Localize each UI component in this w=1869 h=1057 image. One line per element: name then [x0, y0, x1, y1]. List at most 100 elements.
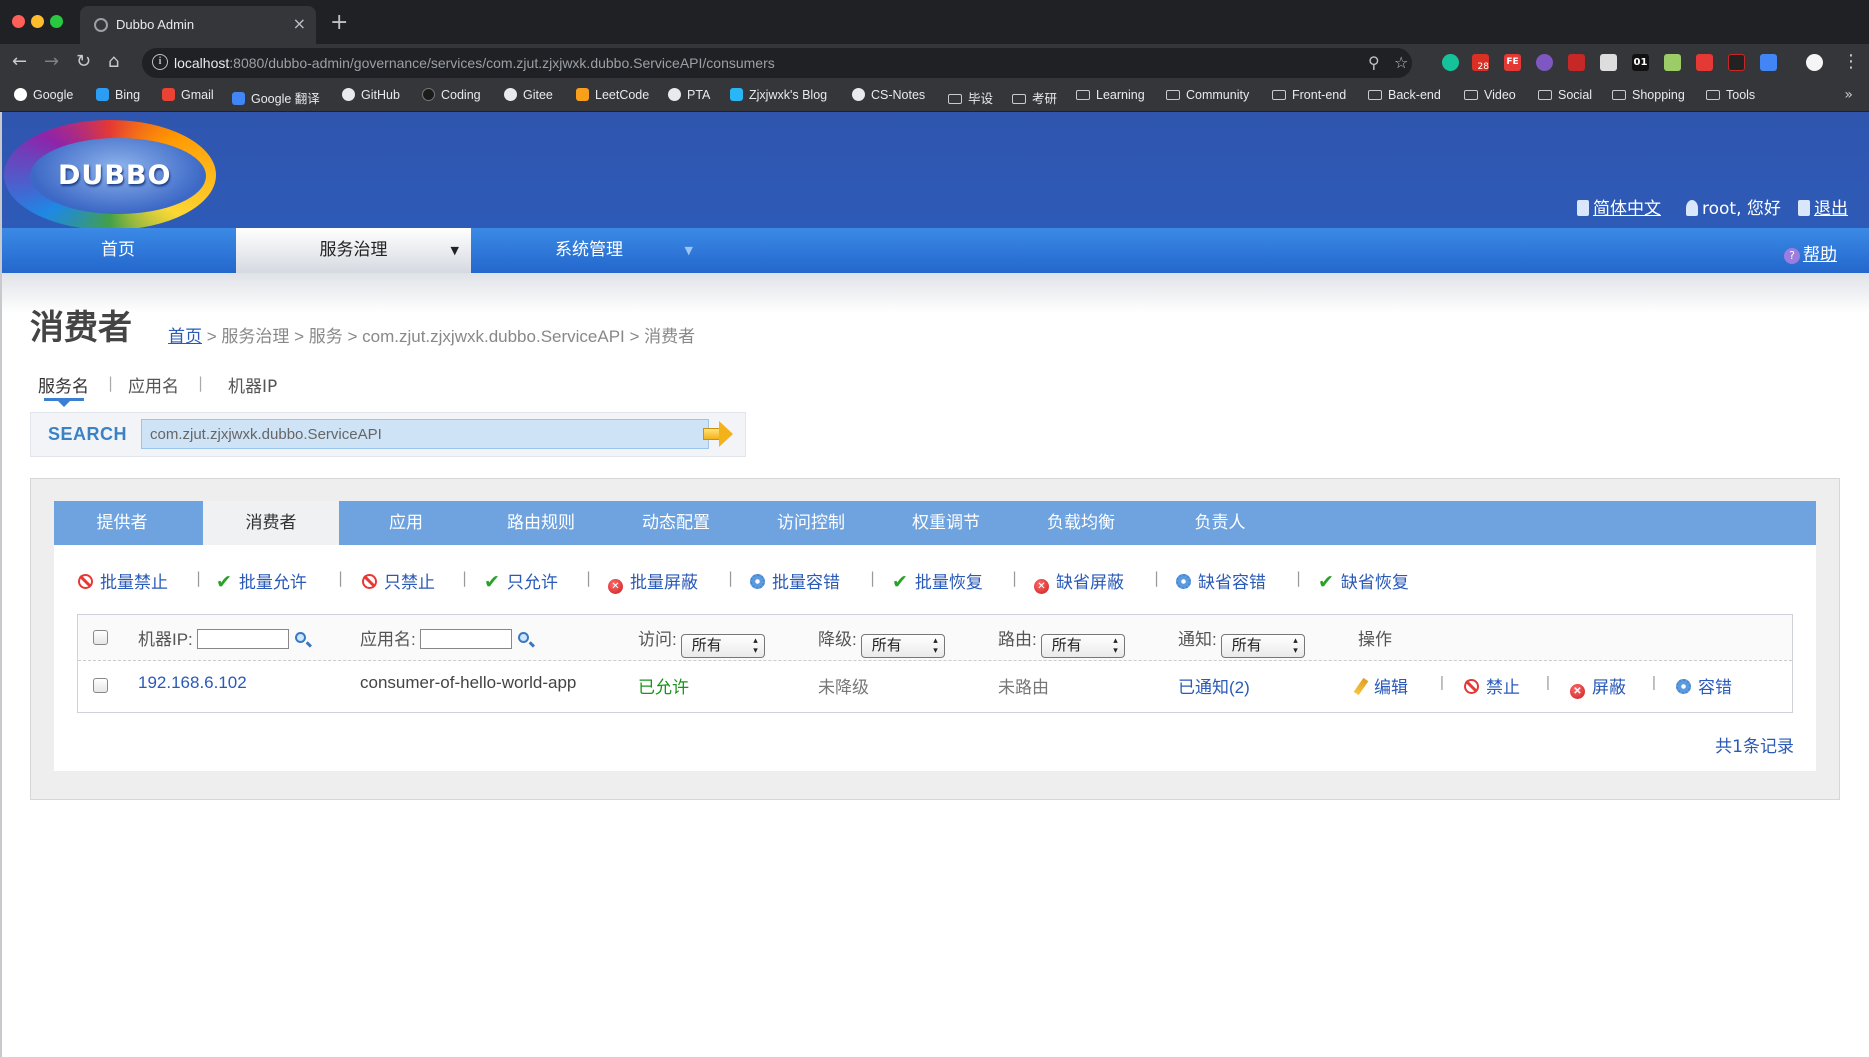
- fe-extension-icon[interactable]: FE: [1504, 54, 1521, 71]
- search-icon[interactable]: [294, 632, 306, 643]
- mail-extension-icon[interactable]: 28: [1472, 54, 1489, 72]
- translate-extension-icon[interactable]: [1760, 54, 1777, 71]
- select-all-checkbox[interactable]: [93, 630, 108, 645]
- bookmark-folder-social[interactable]: Social: [1538, 88, 1592, 102]
- default-mask-button[interactable]: ✕ 缺省屏蔽: [1034, 568, 1124, 594]
- batch-recover-button[interactable]: ✔ 批量恢复: [892, 568, 983, 593]
- nav-system-management[interactable]: 系统管理 ▼: [471, 228, 707, 273]
- red-extension-icon[interactable]: [1568, 54, 1585, 71]
- notify-filter-select[interactable]: 所有: [1220, 634, 1305, 658]
- tolerance-button[interactable]: 容错: [1676, 673, 1732, 698]
- language-link[interactable]: 简体中文: [1577, 194, 1661, 219]
- home-icon[interactable]: ⌂: [108, 51, 119, 72]
- window-close-icon[interactable]: [12, 15, 25, 28]
- glasses-extension-icon[interactable]: [1600, 54, 1617, 71]
- bookmark-blog[interactable]: Zjxjwxk's Blog: [730, 88, 827, 102]
- subtab-weights[interactable]: 权重调节: [878, 501, 1014, 545]
- logout-link[interactable]: 退出: [1798, 194, 1848, 219]
- search-tab-machine-ip[interactable]: 机器IP: [228, 372, 277, 397]
- subtab-dynamic-config[interactable]: 动态配置: [608, 501, 744, 545]
- bookmark-gmail[interactable]: Gmail: [162, 88, 214, 102]
- batch-tolerance-button[interactable]: 批量容错: [750, 568, 840, 593]
- text-extension-icon[interactable]: 01: [1632, 54, 1649, 71]
- bookmark-folder-shopping[interactable]: Shopping: [1612, 88, 1685, 102]
- default-tolerance-button[interactable]: 缺省容错: [1176, 568, 1266, 593]
- nav-home[interactable]: 首页: [0, 228, 236, 273]
- search-tab-service-name[interactable]: 服务名: [38, 372, 89, 397]
- default-recover-button[interactable]: ✔ 缺省恢复: [1318, 568, 1409, 593]
- address-bar[interactable]: i localhost:8080/dubbo-admin/governance/…: [142, 48, 1412, 78]
- purple-extension-icon[interactable]: [1536, 54, 1553, 71]
- green-extension-icon[interactable]: [1664, 54, 1681, 71]
- bookmark-folder-bishe[interactable]: 毕设: [948, 88, 993, 107]
- subtab-applications[interactable]: 应用: [338, 501, 474, 545]
- app-filter-input[interactable]: [419, 629, 512, 649]
- help-link[interactable]: ? 帮助: [1784, 240, 1837, 265]
- bookmark-folder-kaoyan[interactable]: 考研: [1012, 88, 1057, 107]
- bookmark-leetcode[interactable]: LeetCode: [576, 88, 649, 102]
- edit-button[interactable]: 编辑: [1353, 673, 1408, 698]
- subtab-load-balance[interactable]: 负载均衡: [1013, 501, 1149, 545]
- subtab-owners[interactable]: 负责人: [1152, 501, 1288, 545]
- nav-service-governance-label: 服务治理: [319, 240, 388, 260]
- pdf-extension-icon[interactable]: [1696, 54, 1713, 71]
- mask-button[interactable]: ✕ 屏蔽: [1570, 673, 1626, 699]
- github-extension-icon[interactable]: [1806, 54, 1823, 71]
- search-go-arrow-icon[interactable]: [701, 419, 735, 449]
- bookmark-folder-front-end[interactable]: Front-end: [1272, 88, 1346, 102]
- bookmark-coding[interactable]: Coding: [422, 88, 481, 102]
- bookmark-folder-tools[interactable]: Tools: [1706, 88, 1755, 102]
- bookmark-google[interactable]: Google: [14, 88, 73, 102]
- bookmark-bing[interactable]: Bing: [96, 88, 140, 102]
- dubbo-logo[interactable]: DUBBO: [4, 120, 216, 230]
- bookmark-folder-learning[interactable]: Learning: [1076, 88, 1145, 102]
- row-notify-link[interactable]: 已通知(2): [1178, 673, 1250, 698]
- bookmark-folder-video[interactable]: Video: [1464, 88, 1516, 102]
- bookmark-star-icon[interactable]: ☆: [1394, 53, 1408, 72]
- bookmark-pta[interactable]: PTA: [668, 88, 710, 102]
- batch-mask-button[interactable]: ✕ 批量屏蔽: [608, 568, 698, 594]
- site-info-icon[interactable]: i: [152, 54, 168, 70]
- subtab-routes[interactable]: 路由规则: [473, 501, 609, 545]
- bookmark-cs-notes[interactable]: CS-Notes: [852, 88, 925, 102]
- ip-filter-input[interactable]: [196, 629, 289, 649]
- dark-extension-icon[interactable]: [1728, 54, 1745, 71]
- bookmarks-overflow-button[interactable]: »: [1844, 87, 1853, 103]
- reload-icon[interactable]: ↻: [76, 51, 91, 72]
- row-ip-link[interactable]: 192.168.6.102: [138, 673, 247, 693]
- menu-dots-icon[interactable]: ⋮: [1842, 51, 1860, 72]
- window-zoom-icon[interactable]: [50, 15, 63, 28]
- browser-tab[interactable]: Dubbo Admin ×: [80, 6, 316, 44]
- back-arrow-icon[interactable]: ←: [12, 51, 27, 72]
- tab-close-icon[interactable]: ×: [293, 14, 306, 33]
- folder-icon: [1272, 90, 1286, 100]
- route-filter-select[interactable]: 所有: [1040, 634, 1125, 658]
- forbid-button[interactable]: 禁止: [1464, 673, 1520, 698]
- only-forbid-button[interactable]: 只禁止: [362, 568, 435, 593]
- blog-icon: [730, 88, 743, 101]
- only-allow-button[interactable]: ✔ 只允许: [484, 568, 558, 593]
- nav-service-governance[interactable]: 服务治理 ▼: [236, 228, 471, 273]
- new-tab-button[interactable]: +: [330, 10, 348, 35]
- window-minimize-icon[interactable]: [31, 15, 44, 28]
- subtab-providers[interactable]: 提供者: [54, 501, 190, 545]
- bookmark-github[interactable]: GitHub: [342, 88, 400, 102]
- search-icon[interactable]: [517, 632, 529, 643]
- grammarly-extension-icon[interactable]: [1442, 54, 1459, 71]
- access-filter-select[interactable]: 所有: [680, 634, 765, 658]
- batch-allow-button[interactable]: ✔ 批量允许: [216, 568, 307, 593]
- bookmark-folder-back-end[interactable]: Back-end: [1368, 88, 1441, 102]
- search-input[interactable]: [141, 419, 709, 449]
- row-checkbox[interactable]: [93, 678, 108, 693]
- breadcrumb-home-link[interactable]: 首页: [168, 327, 202, 346]
- zoom-icon[interactable]: ⚲: [1368, 53, 1380, 72]
- batch-forbid-button[interactable]: 批量禁止: [78, 568, 168, 593]
- subtab-consumers[interactable]: 消费者: [203, 501, 339, 545]
- search-tab-app-name[interactable]: 应用名: [128, 372, 179, 397]
- bookmark-folder-community[interactable]: Community: [1166, 88, 1249, 102]
- bookmark-gitee[interactable]: Gitee: [504, 88, 553, 102]
- forward-arrow-icon[interactable]: →: [44, 51, 59, 72]
- subtab-access-control[interactable]: 访问控制: [743, 501, 879, 545]
- bookmark-google-translate[interactable]: Google 翻译: [232, 88, 320, 107]
- degrade-filter-select[interactable]: 所有: [860, 634, 945, 658]
